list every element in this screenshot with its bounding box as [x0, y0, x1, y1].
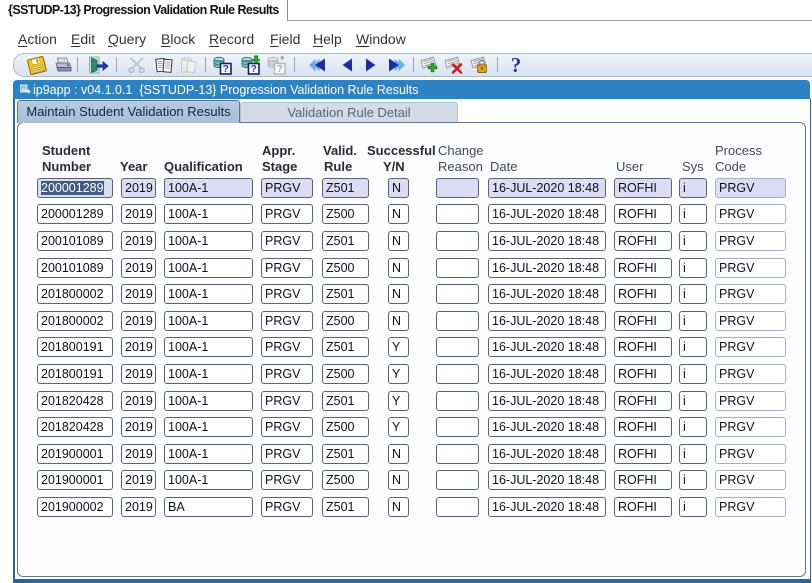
svg-text:?: ?: [276, 63, 282, 75]
svg-text:?: ?: [222, 63, 228, 75]
svg-text:?: ?: [511, 54, 522, 76]
svg-text:?: ?: [250, 63, 256, 75]
